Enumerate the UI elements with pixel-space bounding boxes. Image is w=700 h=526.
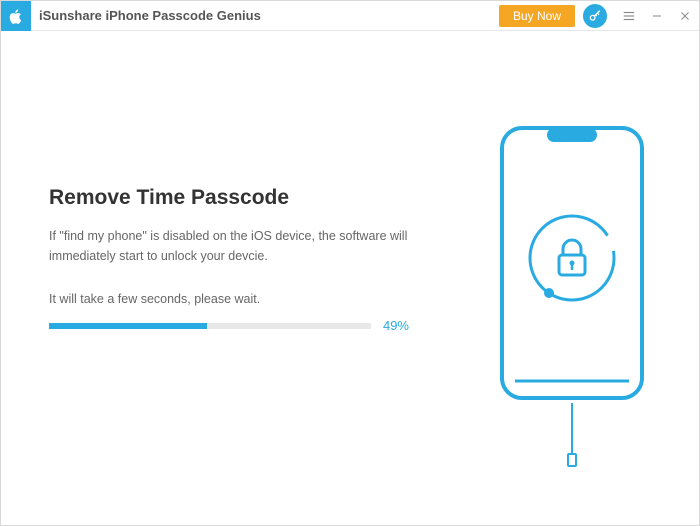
page-title: Remove Time Passcode bbox=[49, 186, 457, 210]
app-title: iSunshare iPhone Passcode Genius bbox=[39, 1, 261, 31]
buy-now-label: Buy Now bbox=[513, 9, 561, 23]
menu-icon[interactable] bbox=[615, 1, 643, 31]
progress-fill bbox=[49, 323, 207, 329]
minimize-button[interactable] bbox=[643, 1, 671, 31]
wait-text: It will take a few seconds, please wait. bbox=[49, 292, 457, 306]
left-panel: Remove Time Passcode If "find my phone" … bbox=[49, 81, 477, 495]
app-window: iSunshare iPhone Passcode Genius Buy Now… bbox=[0, 0, 700, 526]
titlebar: iSunshare iPhone Passcode Genius Buy Now bbox=[1, 1, 699, 31]
buy-now-button[interactable]: Buy Now bbox=[499, 5, 575, 27]
progress-track bbox=[49, 323, 371, 329]
close-button[interactable] bbox=[671, 1, 699, 31]
description-text: If "find my phone" is disabled on the iO… bbox=[49, 226, 409, 266]
progress-percent-label: 49% bbox=[383, 318, 409, 333]
key-icon[interactable] bbox=[583, 4, 607, 28]
cable-plug-icon bbox=[567, 453, 577, 467]
content-area: Remove Time Passcode If "find my phone" … bbox=[1, 31, 699, 525]
apple-icon bbox=[1, 1, 31, 31]
phone-illustration bbox=[497, 123, 647, 453]
right-panel bbox=[477, 81, 667, 495]
progress-bar: 49% bbox=[49, 318, 409, 333]
lock-icon bbox=[559, 240, 585, 275]
